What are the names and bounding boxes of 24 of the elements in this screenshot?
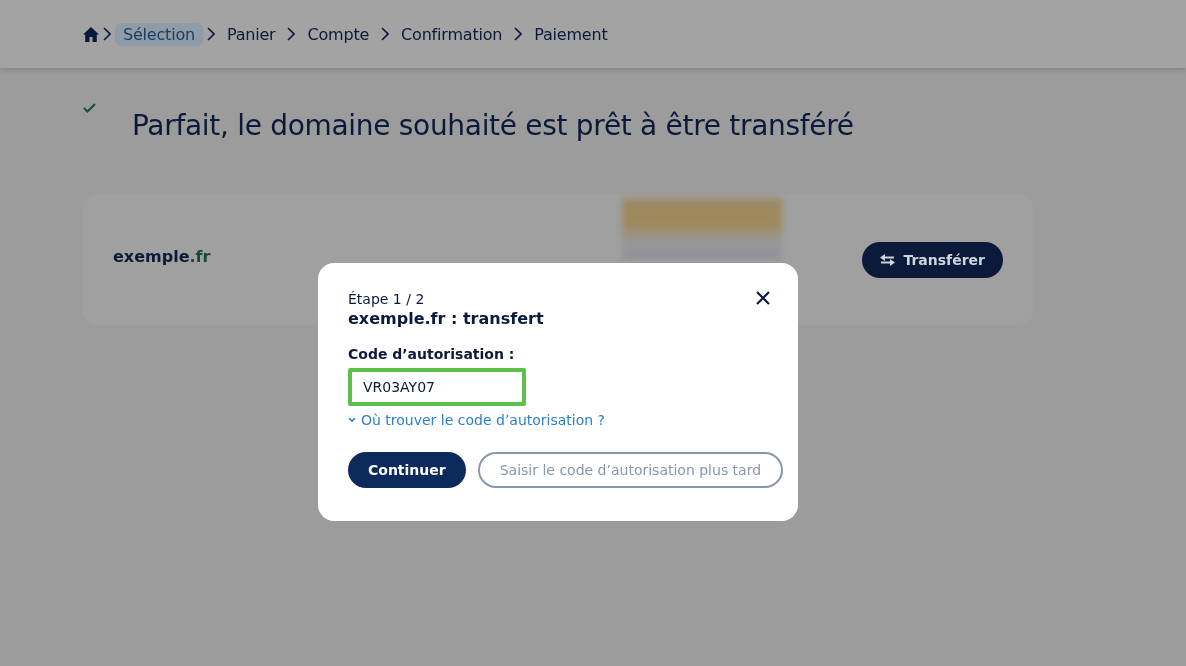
checkmark-icon bbox=[83, 103, 96, 113]
chevron-icon bbox=[514, 27, 523, 41]
help-link[interactable]: Où trouver le code d’autorisation ? bbox=[348, 412, 606, 428]
home-icon[interactable] bbox=[83, 26, 99, 42]
continue-button[interactable]: Continuer bbox=[348, 452, 466, 488]
chevron-down-icon bbox=[348, 417, 356, 423]
breadcrumb-item[interactable]: Confirmation bbox=[393, 22, 511, 46]
chevron-icon bbox=[206, 27, 215, 41]
transfer-button[interactable]: Transférer bbox=[862, 241, 1003, 278]
breadcrumb-item[interactable]: Sélection bbox=[115, 22, 203, 46]
step-indicator: Étape 1 / 2 bbox=[348, 291, 425, 307]
close-button[interactable] bbox=[754, 289, 772, 307]
dialog-title: exemple.fr : transfert bbox=[348, 309, 545, 328]
auth-code-field[interactable]: VR03AY07 bbox=[348, 368, 526, 406]
breadcrumb-item[interactable]: Compte bbox=[299, 22, 378, 46]
chevron-icon bbox=[287, 27, 296, 41]
field-label: Code d’autorisation : bbox=[348, 346, 516, 362]
breadcrumb-item[interactable]: Panier bbox=[218, 22, 284, 46]
breadcrumb-item[interactable]: Paiement bbox=[526, 22, 616, 46]
domain-name: exemple.fr bbox=[113, 247, 211, 266]
page-heading: Parfait, le domaine souhaité est prêt à être transféré bbox=[132, 108, 854, 144]
chevron-icon bbox=[103, 27, 111, 41]
chevron-icon bbox=[381, 27, 390, 41]
arrows-icon bbox=[880, 253, 896, 266]
